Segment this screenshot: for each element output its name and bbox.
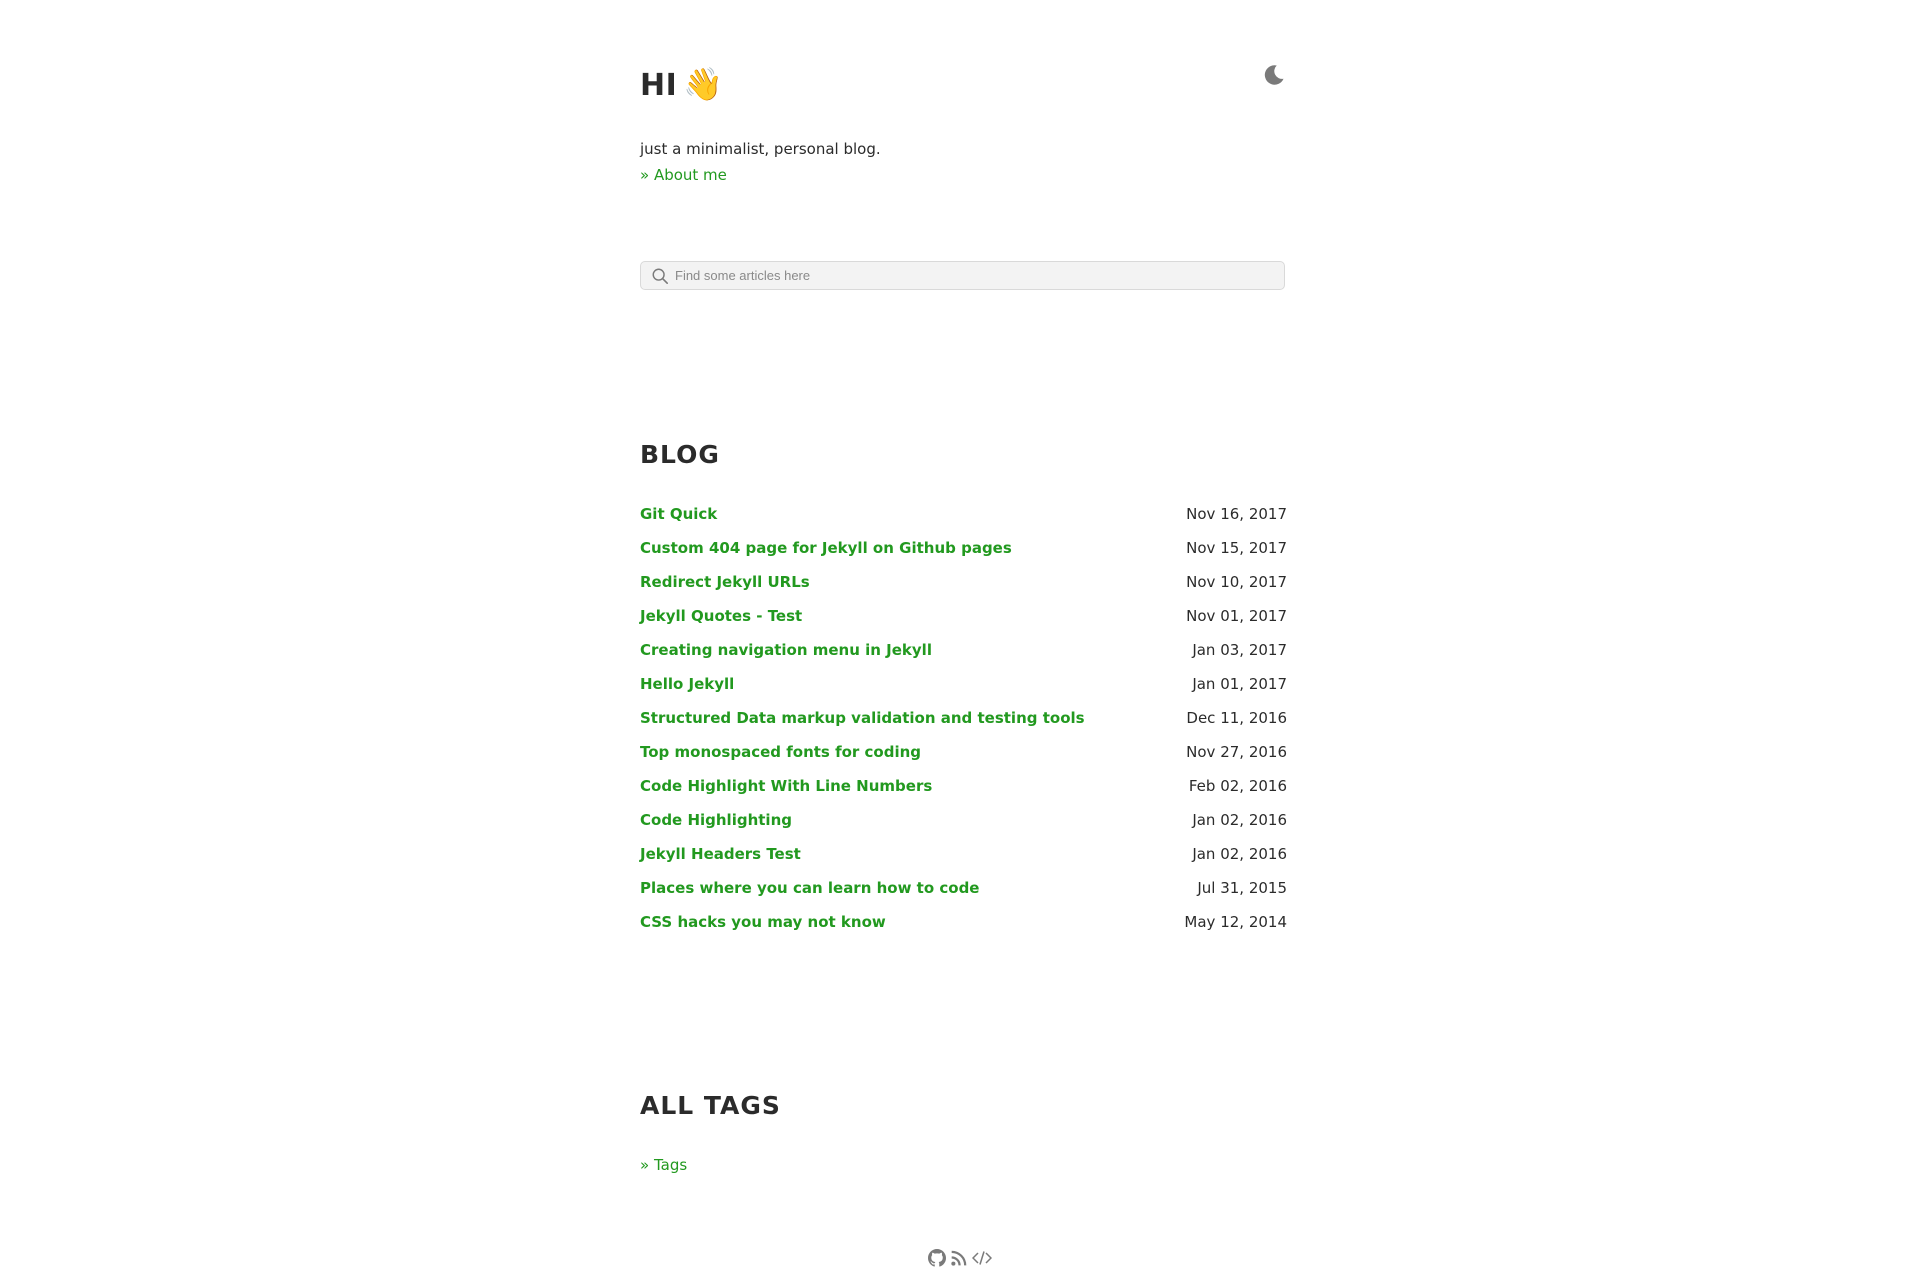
site-header: HI 👋 [640,62,1287,112]
github-link[interactable] [928,1249,946,1267]
post-link[interactable]: Redirect Jekyll URLs [640,573,810,591]
tags-link[interactable]: » Tags [640,1152,687,1178]
search-bar[interactable] [640,261,1285,290]
moon-icon [1264,65,1284,85]
post-link[interactable]: Top monospaced fonts for coding [640,743,921,761]
post-list-item: Hello Jekyll Jan 01, 2017 [640,671,1287,705]
post-list-item: Code Highlighting Jan 02, 2016 [640,807,1287,841]
all-tags-heading: ALL TAGS [640,1091,781,1120]
post-date: Nov 15, 2017 [1186,539,1287,557]
github-icon [928,1249,946,1267]
post-link[interactable]: CSS hacks you may not know [640,913,886,931]
post-date: Dec 11, 2016 [1186,709,1287,727]
source-code-link[interactable] [971,1249,993,1267]
code-icon [971,1251,993,1265]
post-date: Jul 31, 2015 [1197,879,1287,897]
post-list-item: Top monospaced fonts for coding Nov 27, 2… [640,739,1287,773]
post-date: May 12, 2014 [1184,913,1287,931]
post-date: Jan 01, 2017 [1192,675,1287,693]
post-link[interactable]: Code Highlighting [640,811,792,829]
post-date: Nov 27, 2016 [1186,743,1287,761]
post-date: Jan 02, 2016 [1192,845,1287,863]
tagline: just a minimalist, personal blog. [640,140,881,158]
post-list-item: CSS hacks you may not know May 12, 2014 [640,909,1287,943]
post-list-item: Structured Data markup validation and te… [640,705,1287,739]
theme-toggle-button[interactable] [1261,62,1287,88]
blog-heading: BLOG [640,440,720,469]
post-date: Jan 03, 2017 [1192,641,1287,659]
post-date: Nov 10, 2017 [1186,573,1287,591]
post-list-item: Code Highlight With Line Numbers Feb 02, … [640,773,1287,807]
about-me-link[interactable]: » About me [640,162,881,188]
post-link[interactable]: Jekyll Headers Test [640,845,801,863]
post-link[interactable]: Git Quick [640,505,717,523]
post-list-item: Git Quick Nov 16, 2017 [640,501,1287,535]
site-title: HI 👋 [640,62,724,108]
post-date: Nov 01, 2017 [1186,607,1287,625]
waving-hand-emoji: 👋 [683,65,724,103]
post-date: Nov 16, 2017 [1186,505,1287,523]
site-title-text: HI [640,68,678,103]
post-list: Git Quick Nov 16, 2017 Custom 404 page fo… [640,501,1287,943]
post-list-item: Jekyll Headers Test Jan 02, 2016 [640,841,1287,875]
post-date: Jan 02, 2016 [1192,811,1287,829]
post-list-item: Redirect Jekyll URLs Nov 10, 2017 [640,569,1287,603]
post-list-item: Creating navigation menu in Jekyll Jan 03… [640,637,1287,671]
rss-icon [951,1250,967,1266]
intro-section: just a minimalist, personal blog. » Abou… [640,136,881,188]
footer-icons [928,1248,993,1268]
post-list-item: Custom 404 page for Jekyll on Github pag… [640,535,1287,569]
post-link[interactable]: Hello Jekyll [640,675,734,693]
search-input[interactable] [675,265,1275,286]
post-list-item: Jekyll Quotes - Test Nov 01, 2017 [640,603,1287,637]
search-icon [652,268,669,285]
post-link[interactable]: Creating navigation menu in Jekyll [640,641,932,659]
post-link[interactable]: Code Highlight With Line Numbers [640,777,932,795]
rss-link[interactable] [950,1249,968,1267]
post-link[interactable]: Custom 404 page for Jekyll on Github pag… [640,539,1012,557]
post-link[interactable]: Structured Data markup validation and te… [640,709,1085,727]
post-link[interactable]: Places where you can learn how to code [640,879,979,897]
post-list-item: Places where you can learn how to code Ju… [640,875,1287,909]
post-link[interactable]: Jekyll Quotes - Test [640,607,802,625]
post-date: Feb 02, 2016 [1188,777,1287,795]
